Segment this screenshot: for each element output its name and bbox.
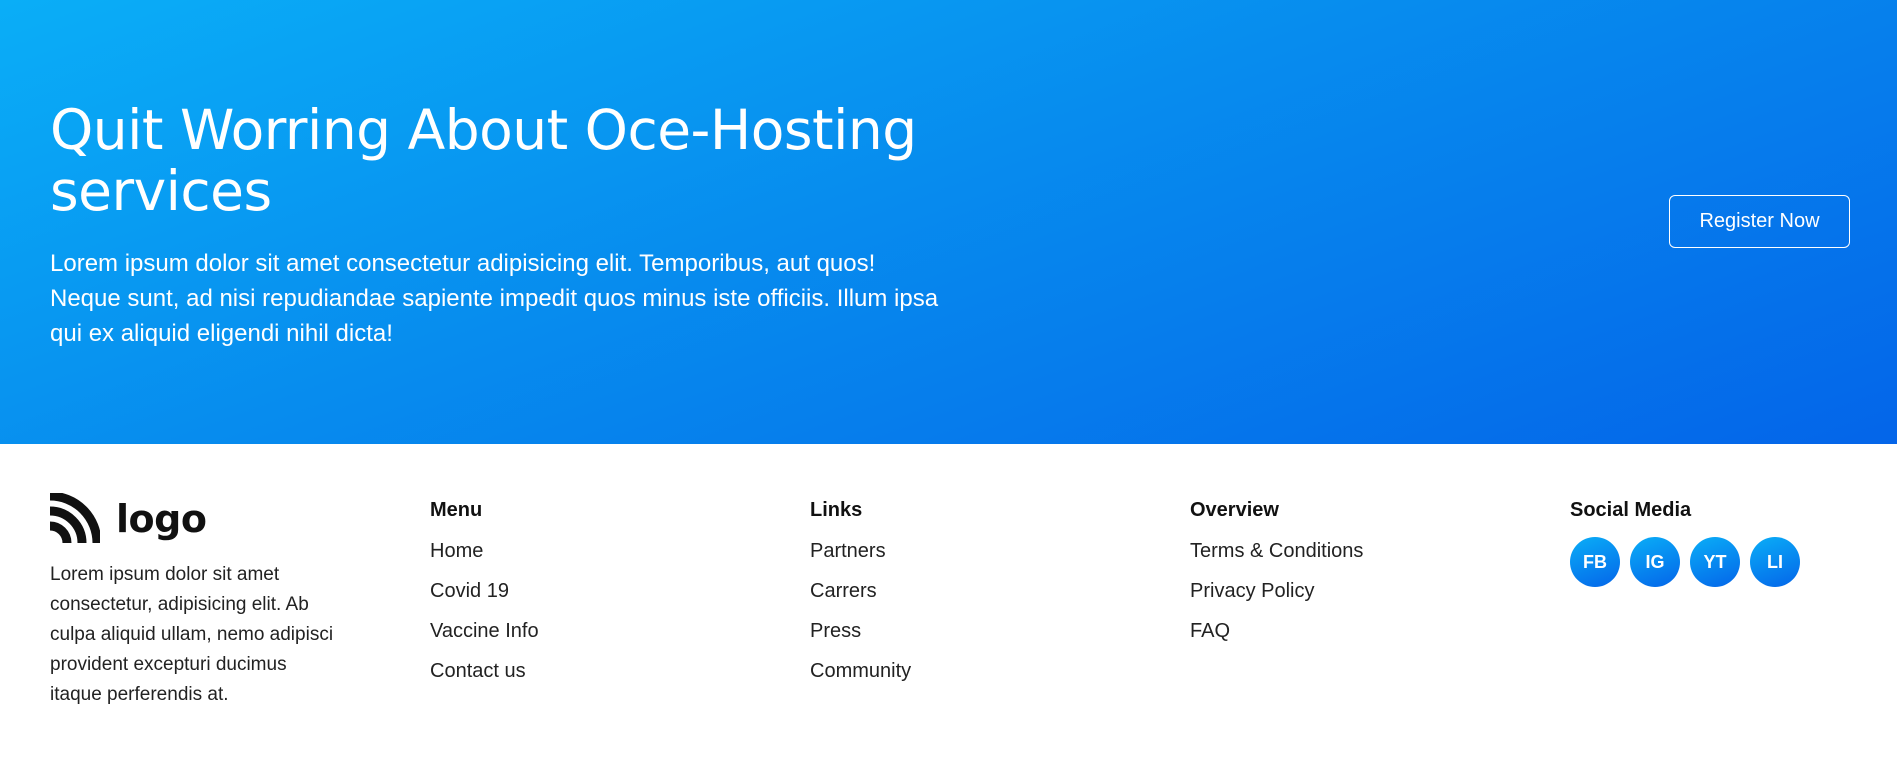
menu-heading: Menu <box>430 499 483 521</box>
link-partners[interactable]: Partners <box>810 531 911 571</box>
footer-menu-column: Menu Home Covid 19 Vaccine Info Contact … <box>430 496 539 691</box>
youtube-button[interactable]: YT <box>1690 537 1740 587</box>
register-now-button[interactable]: Register Now <box>1669 195 1850 248</box>
hero-title: Quit Worring About Oce-Hosting services <box>50 98 917 223</box>
footer-social-column: Social Media FB IG YT LI <box>1570 496 1810 587</box>
link-privacy-policy[interactable]: Privacy Policy <box>1190 571 1363 611</box>
menu-link-contact-us[interactable]: Contact us <box>430 651 539 691</box>
linkedin-button[interactable]: LI <box>1750 537 1800 587</box>
menu-link-home[interactable]: Home <box>430 531 539 571</box>
menu-link-vaccine-info[interactable]: Vaccine Info <box>430 611 539 651</box>
link-press[interactable]: Press <box>810 611 911 651</box>
rss-arcs-icon <box>50 493 100 544</box>
footer-overview-column: Overview Terms & Conditions Privacy Poli… <box>1190 496 1363 651</box>
hero-description: Lorem ipsum dolor sit amet consectetur a… <box>50 250 939 347</box>
link-community[interactable]: Community <box>810 651 911 691</box>
link-terms-conditions[interactable]: Terms & Conditions <box>1190 531 1363 571</box>
overview-list: Terms & Conditions Privacy Policy FAQ <box>1190 531 1363 651</box>
menu-link-covid-19[interactable]: Covid 19 <box>430 571 539 611</box>
logo[interactable]: logo <box>50 493 350 545</box>
link-faq[interactable]: FAQ <box>1190 611 1363 651</box>
hero-content: Quit Worring About Oce-Hosting services … <box>50 100 950 351</box>
menu-list: Home Covid 19 Vaccine Info Contact us <box>430 531 539 691</box>
links-list: Partners Carrers Press Community <box>810 531 911 691</box>
footer-links-column: Links Partners Carrers Press Community <box>810 496 911 691</box>
hero-banner: Quit Worring About Oce-Hosting services … <box>0 0 1897 444</box>
footer-brand: logo Lorem ipsum dolor sit amet consecte… <box>50 493 350 710</box>
social-heading: Social Media <box>1570 499 1692 521</box>
instagram-button[interactable]: IG <box>1630 537 1680 587</box>
logo-text: logo <box>116 497 207 541</box>
social-links: FB IG YT LI <box>1570 537 1810 587</box>
facebook-button[interactable]: FB <box>1570 537 1620 587</box>
brand-description: Lorem ipsum dolor sit amet consectetur, … <box>50 564 334 705</box>
overview-heading: Overview <box>1190 499 1279 521</box>
links-heading: Links <box>810 499 863 521</box>
link-carrers[interactable]: Carrers <box>810 571 911 611</box>
